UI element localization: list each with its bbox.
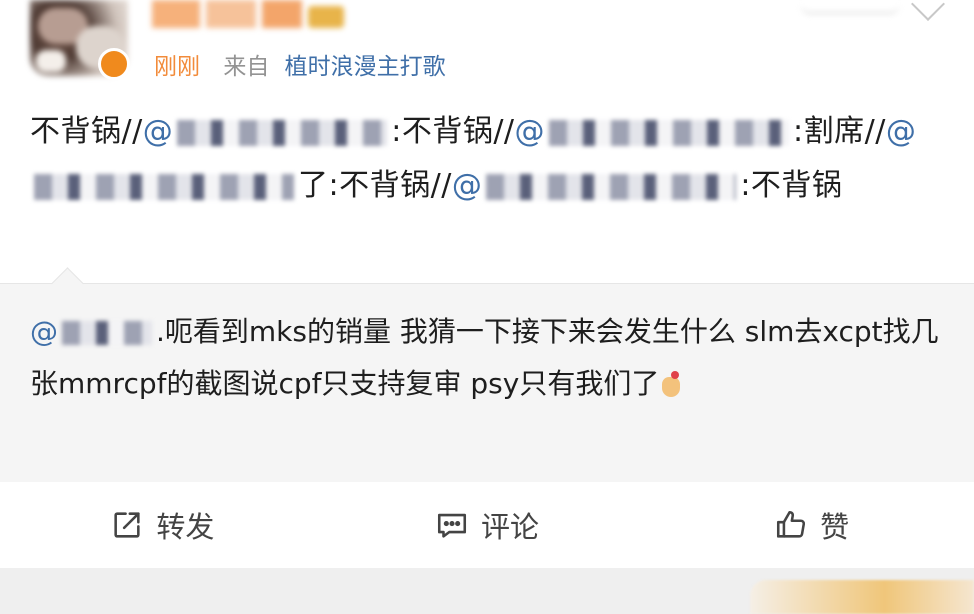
text-segment: :不背锅// xyxy=(391,114,515,149)
mention-link[interactable]: @ xyxy=(515,114,794,149)
text-segment: 了:不背锅// xyxy=(298,168,452,203)
post-meta: 刚刚 来自 植时浪漫主打歌 xyxy=(154,52,446,82)
avatar-badge-icon xyxy=(98,48,130,80)
like-label: 赞 xyxy=(820,510,850,544)
like-button[interactable]: 赞 xyxy=(649,482,974,568)
redacted-username xyxy=(177,119,388,146)
decoration-graphic xyxy=(800,0,900,14)
mention-at: @ xyxy=(514,114,546,149)
vip-crown-icon xyxy=(308,6,344,28)
redacted-username xyxy=(62,321,152,345)
comment-icon xyxy=(437,513,467,538)
post-source[interactable]: 植时浪漫主打歌 xyxy=(285,54,446,80)
comment-label: 评论 xyxy=(481,510,540,544)
next-card-preview xyxy=(750,580,974,614)
repost-icon xyxy=(114,512,140,538)
mention-link[interactable]: @ xyxy=(30,315,156,348)
post-time: 刚刚 xyxy=(154,54,200,80)
mention-at: @ xyxy=(30,315,58,348)
chevron-down-icon[interactable] xyxy=(911,0,945,21)
text-segment: . xyxy=(156,315,165,348)
action-bar: 转发 评论 赞 xyxy=(0,482,974,568)
mention-at: @ xyxy=(451,168,483,203)
finger-heart-emoji-icon xyxy=(659,371,683,399)
from-label: 来自 xyxy=(223,54,270,80)
comment-button[interactable]: 评论 xyxy=(325,482,650,568)
text-segment: :不背锅 xyxy=(740,168,843,203)
redacted-username xyxy=(34,173,294,200)
mention-at: @ xyxy=(885,114,917,149)
text-segment: 不背锅// xyxy=(30,114,143,149)
mention-at: @ xyxy=(142,114,174,149)
repost-label: 转发 xyxy=(156,510,215,544)
mention-link[interactable]: @ xyxy=(452,168,741,203)
redacted-username xyxy=(549,119,790,146)
repost-content: @ .呃看到mks的销量 我猜一下接下来会发生什么 slm去xcpt找几张mmrc… xyxy=(30,306,950,410)
redacted-username xyxy=(486,173,737,200)
repost-button[interactable]: 转发 xyxy=(0,482,325,568)
post-content: 不背锅//@:不背锅//@:割席//@了:不背锅//@:不背锅 xyxy=(30,105,948,213)
thumbs-up-icon xyxy=(777,510,806,538)
text-segment: 呃看到mks的销量 我猜一下接下来会发生什么 slm去xcpt找几张mmrcpf… xyxy=(30,315,939,400)
mention-link[interactable]: @ xyxy=(143,114,392,149)
text-segment: :割席// xyxy=(793,114,886,149)
